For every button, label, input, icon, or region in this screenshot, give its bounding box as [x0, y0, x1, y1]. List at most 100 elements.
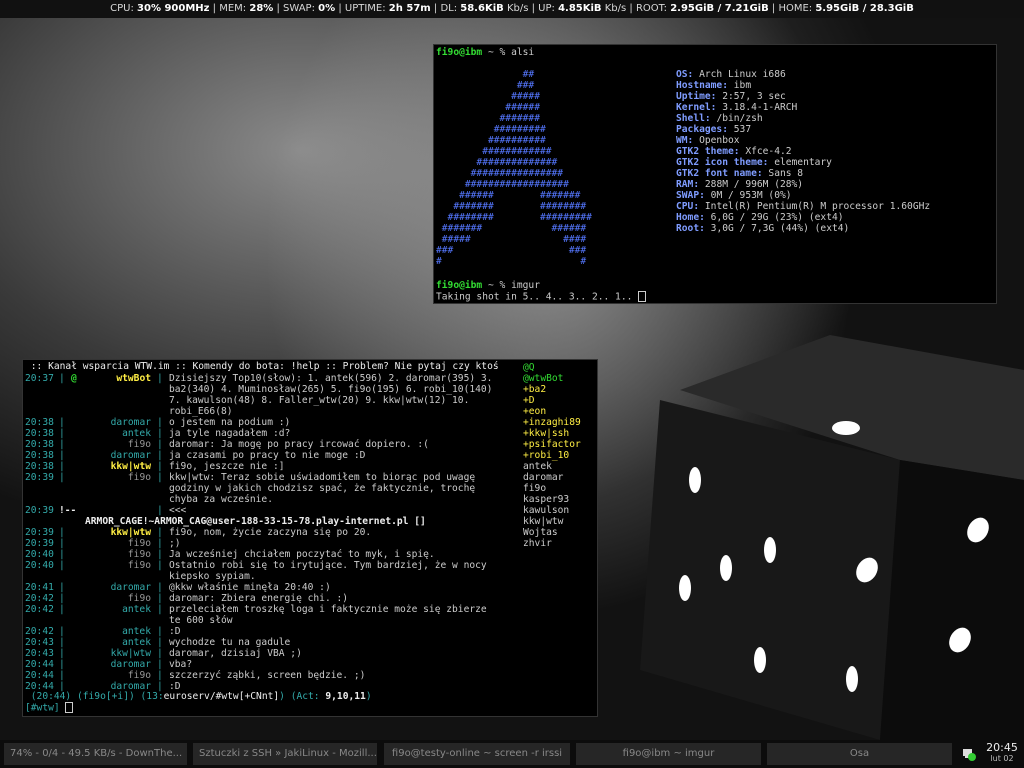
chat-message: Ostatnio robi się to irytujące. Tym bard…	[169, 560, 487, 571]
chat-timestamp: 20:43	[25, 648, 54, 659]
info-key: CPU:	[676, 201, 700, 212]
chat-nick: daromar	[110, 659, 151, 670]
chat-timestamp: 20:38	[25, 450, 54, 461]
chat-message: daromar: Zbiera energię chi. :)	[169, 593, 349, 604]
chat-separator: |	[157, 450, 163, 461]
chat-separator: |	[157, 439, 163, 450]
chat-message: robi_E66(8)	[169, 406, 233, 417]
chat-nick: kkw|wtw	[110, 461, 151, 472]
chat-message: wychodze tu na gadule	[169, 637, 291, 648]
chat-separator: |	[157, 461, 163, 472]
chat-timestamp: 20:40	[25, 560, 54, 571]
chat-separator: |	[59, 417, 65, 428]
root-disk: 2.95GiB / 7.21GiB	[670, 3, 769, 14]
chat-separator: |	[157, 604, 163, 615]
chat-separator: |	[59, 560, 65, 571]
chat-separator: |	[59, 450, 65, 461]
task-imgur-terminal[interactable]: fi9o@ibm ~ imgur	[576, 743, 761, 765]
info-key: OS:	[676, 69, 694, 80]
nick-list-item[interactable]: antek	[523, 461, 552, 472]
alsi-terminal-window[interactable]: fi9o@ibm ~ % alsi ## ### ##### ###### ##…	[433, 44, 997, 304]
dice-wallpaper-image	[640, 335, 1024, 740]
chat-timestamp: 20:40	[25, 549, 54, 560]
prompt-line-2: fi9o@ibm ~ % imgur	[436, 280, 540, 291]
nick-mode: !--	[59, 505, 77, 516]
info-row: Packages: 537	[676, 124, 751, 135]
chat-timestamp: 20:42	[25, 604, 54, 615]
chat-separator: |	[157, 560, 163, 571]
chat-message: o jestem na podium :)	[169, 417, 291, 428]
chat-message: ;)	[169, 538, 181, 549]
chat-timestamp: 20:39	[25, 538, 54, 549]
chat-nick: fi9o	[127, 670, 151, 681]
chat-separator: |	[157, 373, 163, 384]
nick-list-item[interactable]: +psifactor	[523, 439, 581, 450]
task-screen-irssi[interactable]: fi9o@testy-online ~ screen -r irssi	[384, 743, 570, 765]
nick-list-item[interactable]: zhvir	[523, 538, 552, 549]
chat-separator: |	[157, 505, 163, 516]
nick-list-item[interactable]: fi9o	[523, 483, 546, 494]
clock[interactable]: 20:45 lut 02	[984, 741, 1020, 764]
nick-list-item[interactable]: +ba2	[523, 384, 546, 395]
chat-message: vba?	[169, 659, 193, 670]
chat-separator: |	[157, 417, 163, 428]
chat-message: kkw|wtw: Teraz sobie uświadomiłem to bio…	[169, 472, 476, 483]
chat-separator: |	[59, 604, 65, 615]
chat-nick: fi9o	[127, 549, 151, 560]
irssi-terminal-window[interactable]: :: Kanał wsparcia WTW.im :: Komendy do b…	[22, 359, 598, 717]
nick-list-item[interactable]: +robi_10	[523, 450, 569, 461]
info-key: Uptime:	[676, 91, 717, 102]
info-value: 0M / 953M (0%)	[710, 190, 792, 201]
nick-list-item[interactable]: +inzaghi89	[523, 417, 581, 428]
nick-list-item[interactable]: Wojtas	[523, 527, 558, 538]
chat-separator: |	[59, 637, 65, 648]
chat-nick: antek	[122, 626, 151, 637]
nick-list-item[interactable]: +eon	[523, 406, 546, 417]
chat-separator: |	[59, 659, 65, 670]
nick-list-item[interactable]: kkw|wtw	[523, 516, 563, 527]
mem-usage: 28%	[249, 3, 274, 14]
task-firefox[interactable]: Sztuczki z SSH » JakiLinux - Mozill...	[193, 743, 377, 765]
chat-nick: antek	[122, 604, 151, 615]
info-row: GTK2 icon theme: elementary	[676, 157, 832, 168]
nick-list-item[interactable]: kasper93	[523, 494, 569, 505]
chat-message: szczerzyć ząbki, screen będzie. ;)	[169, 670, 366, 681]
chat-nick: daromar	[110, 450, 151, 461]
chat-message: chyba za wcześnie.	[169, 494, 273, 505]
irssi-input[interactable]: [#wtw]	[25, 702, 74, 714]
chat-separator: |	[157, 428, 163, 439]
chat-message: kiepsko sypiam.	[169, 571, 256, 582]
nick-list-item[interactable]: daromar	[523, 472, 563, 483]
chat-message: ja tyle nagadałem :d?	[169, 428, 291, 439]
logo-line: ##### ####	[436, 234, 587, 245]
chat-separator: |	[59, 373, 65, 384]
chat-message: Ja wcześniej chciałem poczytać to myk, i…	[169, 549, 435, 560]
logo-line: #######	[436, 113, 540, 124]
info-key: Root:	[676, 223, 705, 234]
logo-line: ############	[436, 146, 552, 157]
chat-separator: |	[157, 472, 163, 483]
chat-nick: wtwBot	[116, 373, 151, 384]
network-icon[interactable]	[962, 747, 976, 761]
nick-list-item[interactable]: +kkw|ssh	[523, 428, 569, 439]
chat-nick: fi9o	[127, 472, 151, 483]
chat-message: @kkw właśnie minęła 20:40 :)	[169, 582, 331, 593]
nick-list-item[interactable]: @wtwBot	[523, 373, 563, 384]
terminal-cursor	[638, 291, 647, 302]
nick-list-item[interactable]: +D	[523, 395, 535, 406]
info-row: Root: 3,0G / 7,3G (44%) (ext4)	[676, 223, 849, 234]
logo-line: ###### #######	[436, 190, 581, 201]
task-downthemall[interactable]: 74% - 0/4 - 49.5 KB/s - DownThe...	[4, 743, 187, 765]
clock-date: lut 02	[990, 754, 1014, 763]
chat-separator: |	[59, 648, 65, 659]
task-osa[interactable]: Osa	[767, 743, 952, 765]
info-key: Hostname:	[676, 80, 728, 91]
logo-line: ######## #########	[436, 212, 592, 223]
info-value: Openbox	[699, 135, 740, 146]
nick-list-item[interactable]: kawulson	[523, 505, 569, 516]
chat-nick: kkw|wtw	[110, 648, 151, 659]
chat-message: te 600 słów	[169, 615, 233, 626]
nick-list-item[interactable]: @Q	[523, 362, 535, 373]
info-row: CPU: Intel(R) Pentium(R) M processor 1.6…	[676, 201, 930, 212]
logo-line: ###	[436, 80, 535, 91]
